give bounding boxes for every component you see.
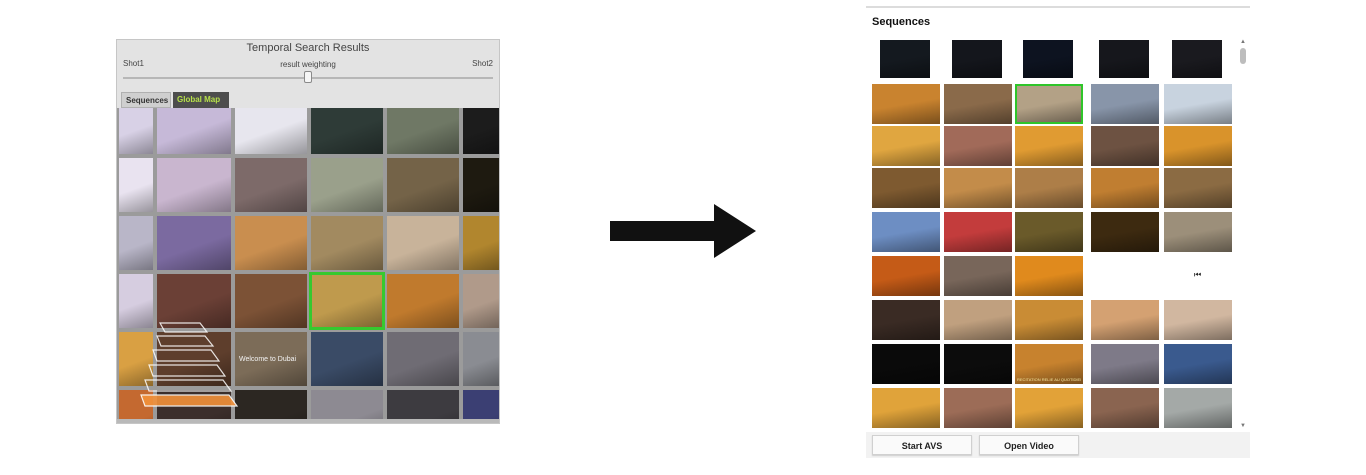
global-map-thumbnail[interactable] [309,108,385,156]
thumbnail-caption: Welcome to Dubai [239,356,297,363]
layer-pyramid-icon [140,322,239,407]
result-weighting-slider-thumb[interactable] [304,71,312,83]
sequence-thumbnail[interactable] [1015,388,1083,428]
global-map-thumbnail[interactable] [155,214,233,272]
sequence-thumbnail[interactable] [1099,40,1149,78]
temporal-search-results-panel: Temporal Search Results Shot1 result wei… [116,39,500,424]
sequence-thumbnail[interactable] [872,300,940,340]
scroll-down-icon[interactable]: ▼ [1239,422,1247,430]
global-map-thumbnail[interactable] [385,108,461,156]
sequence-thumbnail[interactable] [1091,300,1159,340]
sequence-thumbnail[interactable] [944,388,1012,428]
vertical-scrollbar[interactable]: ▲ ▼ [1239,38,1247,430]
sequence-thumbnail[interactable] [1091,212,1159,252]
sequence-thumbnail[interactable] [952,40,1002,78]
sequence-thumbnail[interactable]: RECITATION RELIE AU QUOTIDIENNE [1015,344,1083,384]
sequence-thumbnail[interactable] [1015,212,1083,252]
tab-sequences[interactable]: Sequences [121,92,171,108]
tab-global-map[interactable]: Global Map [173,92,229,108]
sequences-title: Sequences [872,16,931,28]
sequence-thumbnail[interactable] [1164,126,1232,166]
global-map-thumbnail[interactable] [233,214,309,272]
sequence-thumbnail[interactable] [872,256,940,296]
sequence-thumbnail[interactable] [944,126,1012,166]
global-map-thumbnail[interactable] [233,108,309,156]
sequences-grid: ⏮ RECITATION RELIE AU QUOTIDIENNE [870,38,1236,430]
sequence-thumbnail[interactable] [872,84,940,124]
global-map-thumbnail[interactable] [117,156,155,214]
sequence-thumbnail[interactable] [880,40,930,78]
global-map-thumbnail[interactable] [385,156,461,214]
sequence-thumbnail[interactable]: ⏮ [1164,256,1232,296]
global-map-thumbnail[interactable] [117,108,155,156]
global-map-thumbnail[interactable] [233,156,309,214]
scrollbar-thumb[interactable] [1240,48,1246,64]
sequence-thumbnail[interactable] [1015,256,1083,296]
sequences-panel: Sequences ⏮ RECITATION RELIE AU QUOTIDIEN… [866,6,1250,458]
global-map-thumbnail[interactable] [461,272,499,330]
sequence-thumbnail[interactable] [1091,126,1159,166]
global-map-thumbnail[interactable] [461,388,499,420]
sequence-thumbnail[interactable] [872,344,940,384]
global-map-thumbnail[interactable] [461,330,499,388]
global-map-thumbnail[interactable] [385,388,461,420]
panel-title: Temporal Search Results [246,42,370,54]
thumbnail-caption: RECITATION RELIE AU QUOTIDIENNE [1017,377,1081,382]
sequence-thumbnail[interactable] [1015,126,1083,166]
sequence-thumbnail[interactable] [1091,84,1159,124]
skip-back-icon[interactable]: ⏮ [1194,270,1201,280]
sequence-thumbnail[interactable] [1172,40,1222,78]
global-map-thumbnail[interactable] [309,156,385,214]
sequence-thumbnail[interactable] [944,344,1012,384]
sequence-thumbnail[interactable] [1091,168,1159,208]
sequence-thumbnail[interactable] [1164,300,1232,340]
sequence-thumbnail[interactable] [872,168,940,208]
shot2-label: Shot2 [472,59,493,68]
sequence-thumbnail[interactable] [944,84,1012,124]
sequence-thumbnail[interactable] [1164,84,1232,124]
sequence-thumbnail[interactable] [872,126,940,166]
sequence-thumbnail[interactable] [944,212,1012,252]
global-map-thumbnail[interactable] [461,156,499,214]
sequence-thumbnail[interactable] [944,256,1012,296]
panel-footer [117,419,499,423]
global-map-thumbnail[interactable] [155,108,233,156]
global-map-thumbnail[interactable] [385,272,461,330]
global-map-grid: Welcome to Dubai [117,108,499,420]
global-map-thumbnail[interactable] [155,156,233,214]
global-map-thumbnail[interactable] [309,272,385,330]
sequence-thumbnail[interactable] [1091,344,1159,384]
button-bar: Start AVS Open Video [866,432,1250,458]
scroll-up-icon[interactable]: ▲ [1239,38,1247,46]
open-video-button[interactable]: Open Video [979,435,1079,455]
global-map-thumbnail[interactable] [461,214,499,272]
arrow-right-icon [610,204,756,258]
global-map-thumbnail[interactable] [461,108,499,156]
result-weighting-label: result weighting [280,60,336,69]
global-map-thumbnail[interactable] [117,214,155,272]
sequence-thumbnail[interactable] [1023,40,1073,78]
global-map-thumbnail[interactable] [309,330,385,388]
sequence-thumbnail[interactable] [1091,388,1159,428]
sequence-thumbnail[interactable] [1091,256,1159,296]
sequence-thumbnail[interactable] [944,300,1012,340]
global-map-thumbnail[interactable] [309,388,385,420]
sequence-thumbnail[interactable] [1164,344,1232,384]
sequence-thumbnail[interactable] [1015,168,1083,208]
global-map-thumbnail[interactable] [385,330,461,388]
sequence-thumbnail[interactable] [1164,168,1232,208]
sequence-thumbnail[interactable] [944,168,1012,208]
sequence-thumbnail[interactable] [1164,212,1232,252]
start-avs-button[interactable]: Start AVS [872,435,972,455]
global-map-thumbnail[interactable] [385,214,461,272]
global-map-thumbnail[interactable] [309,214,385,272]
sequence-thumbnail[interactable] [1015,84,1083,124]
sequence-thumbnail[interactable] [872,388,940,428]
sequence-thumbnail[interactable] [1015,300,1083,340]
sequence-thumbnail[interactable] [872,212,940,252]
sequence-thumbnail[interactable] [1164,388,1232,428]
